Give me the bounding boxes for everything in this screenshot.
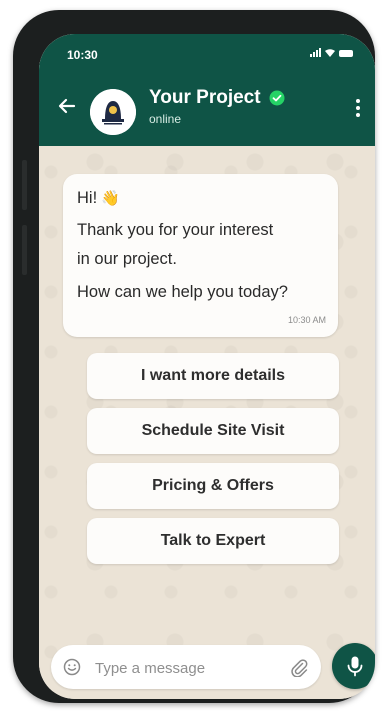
phone-screen: 10:30 Your Project online Hi! 👋 Thank yo… bbox=[39, 34, 375, 699]
emoji-icon[interactable] bbox=[63, 658, 81, 676]
wifi-icon bbox=[325, 49, 335, 57]
quick-reply-more-details[interactable]: I want more details bbox=[87, 353, 339, 399]
waving-hand-icon: 👋 bbox=[101, 190, 120, 207]
arrow-left-icon[interactable] bbox=[57, 96, 77, 116]
message-input[interactable] bbox=[93, 645, 277, 691]
quick-reply-expert[interactable]: Talk to Expert bbox=[87, 518, 339, 564]
message-composer bbox=[51, 645, 321, 691]
quick-reply-site-visit[interactable]: Schedule Site Visit bbox=[87, 408, 339, 454]
status-bar: 10:30 bbox=[39, 34, 375, 68]
chat-header: 10:30 Your Project online bbox=[39, 34, 375, 146]
message-line: How can we help you today? bbox=[77, 283, 288, 301]
volume-up-button bbox=[22, 160, 27, 210]
battery-icon bbox=[339, 50, 353, 57]
message-line: in our project. bbox=[77, 250, 177, 268]
volume-down-button bbox=[22, 225, 27, 275]
message-greeting: Hi! bbox=[77, 189, 98, 207]
more-vertical-icon[interactable] bbox=[355, 98, 361, 118]
phone-frame: 10:30 Your Project online Hi! 👋 Thank yo… bbox=[13, 10, 375, 703]
status-time: 10:30 bbox=[67, 48, 98, 62]
avatar[interactable] bbox=[90, 89, 136, 135]
quick-reply-pricing[interactable]: Pricing & Offers bbox=[87, 463, 339, 509]
signal-icon bbox=[310, 48, 321, 57]
contact-info[interactable]: Your Project online bbox=[149, 87, 285, 126]
message-line: Thank you for your interest bbox=[77, 221, 274, 239]
message-line: Hi! 👋 bbox=[77, 189, 120, 208]
contact-status: online bbox=[149, 112, 182, 126]
incoming-message-bubble: Hi! 👋 Thank you for your interest in our … bbox=[63, 174, 338, 337]
message-timestamp: 10:30 AM bbox=[287, 315, 326, 325]
paperclip-icon[interactable] bbox=[289, 657, 309, 677]
status-icons bbox=[310, 48, 353, 57]
verified-badge-icon bbox=[269, 90, 285, 106]
contact-name: Your Project bbox=[149, 87, 261, 108]
microphone-icon bbox=[347, 656, 363, 677]
project-logo-icon bbox=[90, 89, 136, 135]
voice-message-button[interactable] bbox=[332, 643, 375, 689]
